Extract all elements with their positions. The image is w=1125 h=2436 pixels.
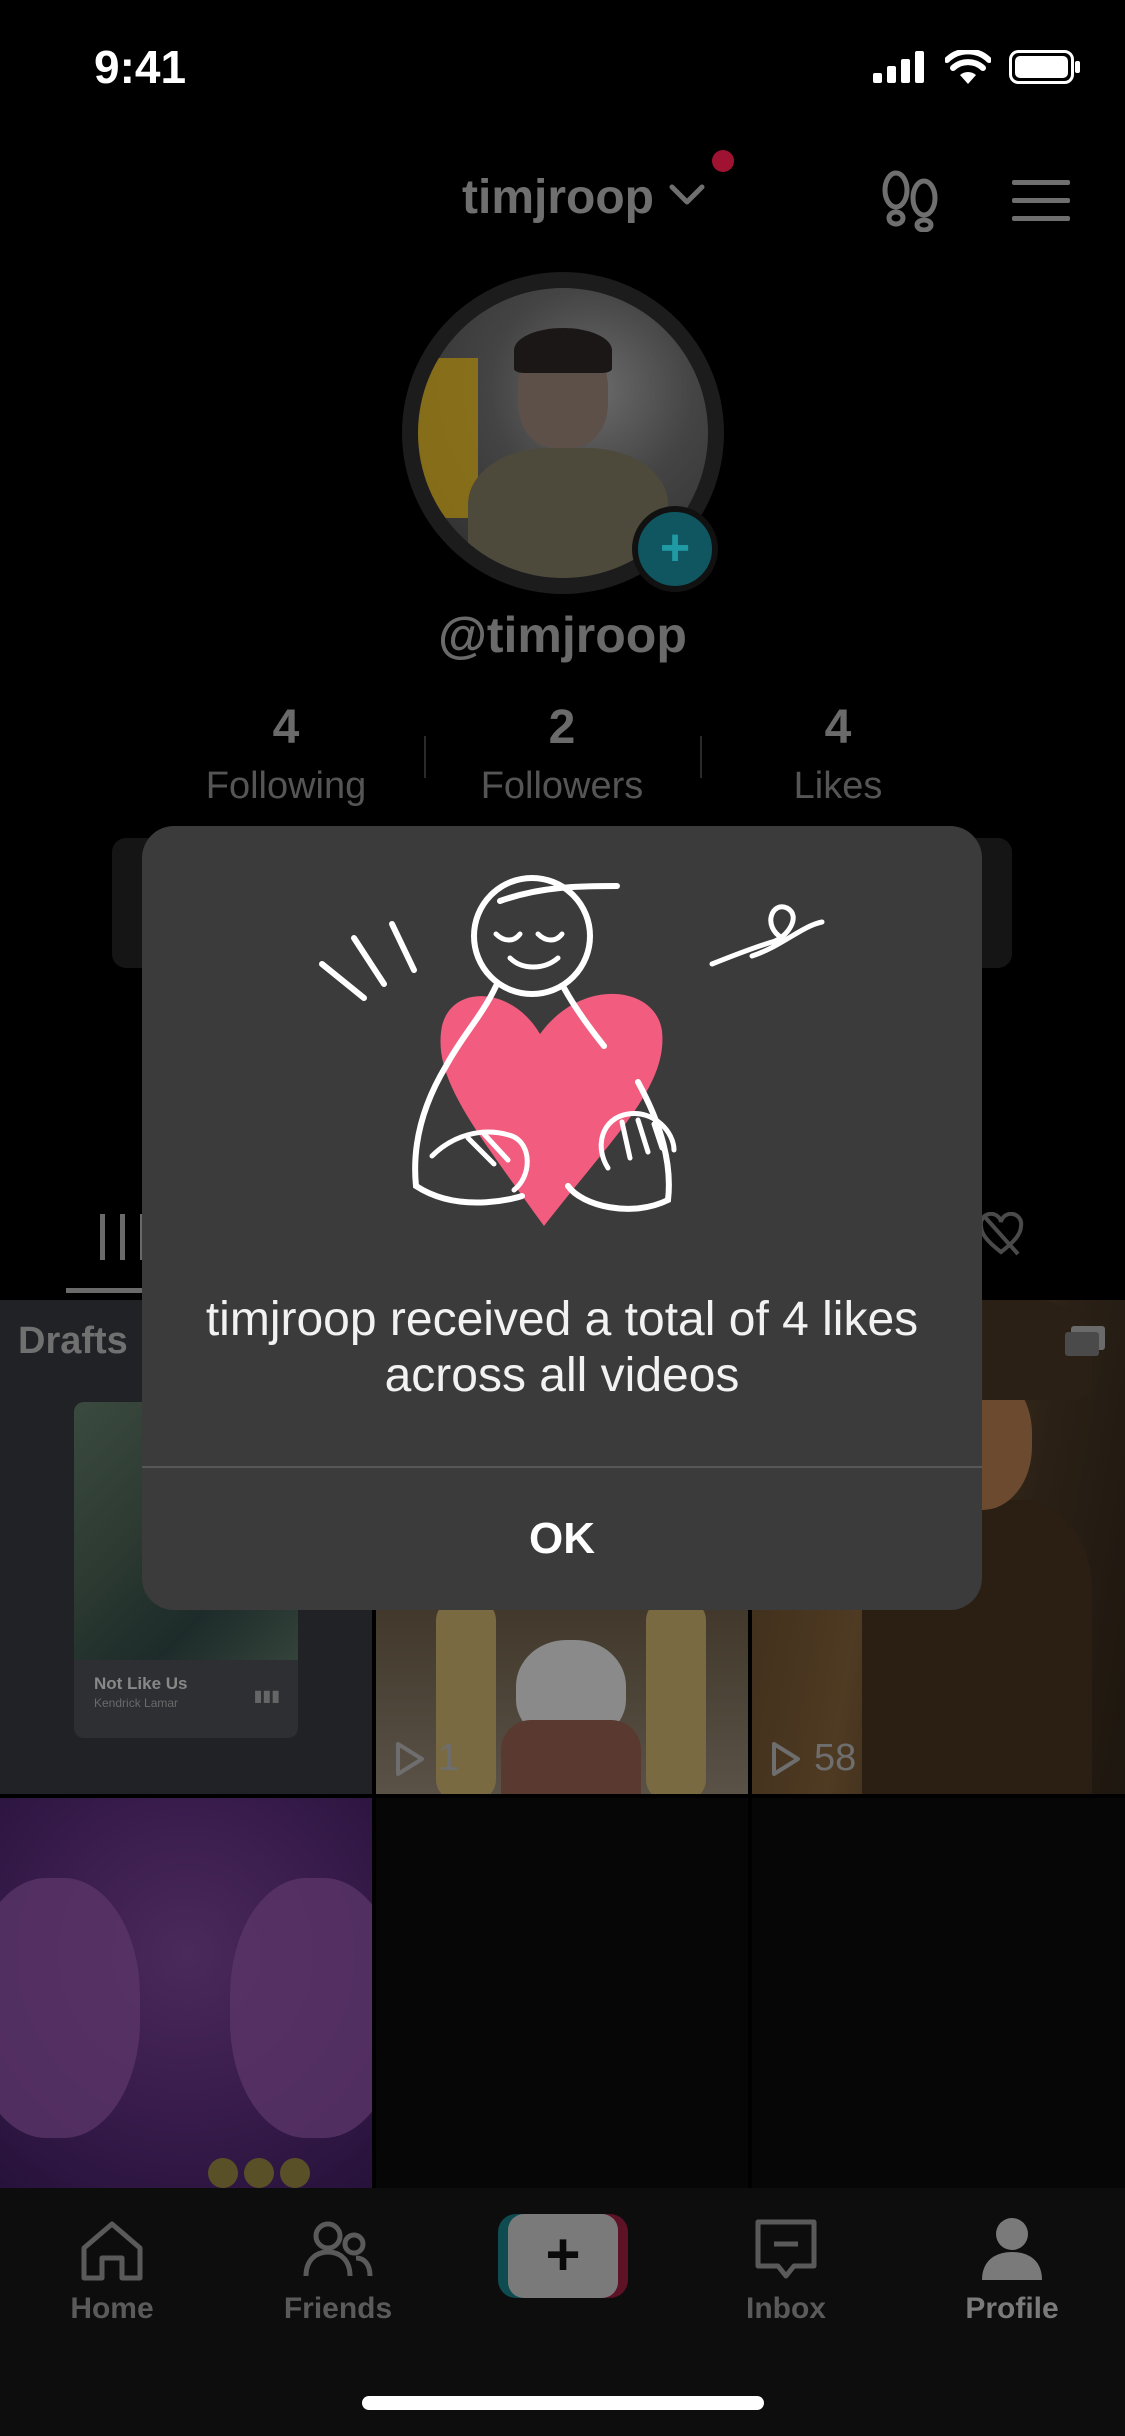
plus-icon: + (508, 2214, 618, 2298)
stat-label: Likes (793, 765, 883, 807)
tab-label: Inbox (746, 2292, 826, 2325)
status-icons (873, 50, 1081, 84)
stat-likes[interactable]: 4 Likes (698, 700, 978, 808)
liked-videos-hidden-tab-icon[interactable] (978, 1212, 1024, 1258)
video-tile[interactable] (0, 1798, 372, 2188)
stat-followers[interactable]: 2 Followers (422, 700, 702, 808)
video-view-count: 1 (394, 1737, 459, 1780)
view-count-value: 1 (438, 1737, 460, 1779)
empty-grid-cell (752, 1798, 1125, 2188)
account-switcher-username[interactable]: timjroop (462, 170, 654, 225)
play-icon (396, 1741, 424, 1776)
notification-dot (712, 150, 734, 172)
stat-value: 4 (272, 701, 300, 754)
stat-following[interactable]: 4 Following (146, 700, 426, 808)
stat-label: Following (205, 765, 367, 807)
tab-home[interactable]: Home (32, 2204, 192, 2326)
ok-button[interactable]: OK (142, 1468, 982, 1610)
wifi-icon (945, 50, 991, 84)
audio-wave-icon: ▮▮▮ (253, 1688, 280, 1705)
dialog-message: timjroop received a total of 4 likes acr… (205, 1293, 919, 1402)
tab-label: Profile (965, 2292, 1059, 2325)
tab-profile[interactable]: Profile (932, 2204, 1092, 2326)
video-view-count: 58 (770, 1737, 856, 1780)
likes-total-dialog: timjroop received a total of 4 likes acr… (142, 826, 982, 1610)
videos-grid-tab-icon[interactable] (98, 1212, 148, 1262)
create-video-button[interactable]: + (498, 2214, 628, 2298)
stat-label: Followers (480, 765, 644, 807)
status-time: 9:41 (94, 41, 187, 93)
draft-music-card: Not Like Us Kendrick Lamar ▮▮▮ (74, 1660, 298, 1738)
tab-label: Friends (283, 2292, 393, 2325)
play-icon (772, 1741, 800, 1776)
draft-music-title: Not Like Us (94, 1674, 188, 1693)
chevron-down-icon[interactable] (668, 182, 706, 208)
draft-music-artist: Kendrick Lamar (94, 1696, 179, 1710)
view-count-value: 58 (814, 1737, 857, 1779)
menu-hamburger-icon[interactable] (1012, 178, 1070, 224)
profile-header: timjroop (0, 150, 1125, 240)
cellular-signal-icon (873, 51, 924, 83)
emoji-stickers (208, 2158, 310, 2188)
profile-handle: @timjroop (438, 607, 687, 663)
tab-friends[interactable]: Friends (258, 2204, 418, 2326)
inbox-icon (755, 2219, 817, 2279)
battery-icon (1009, 50, 1080, 84)
home-icon (81, 2221, 143, 2281)
stat-value: 4 (824, 701, 852, 754)
heart-hug-illustration (319, 875, 825, 1226)
friends-icon (303, 2221, 373, 2277)
tab-inbox[interactable]: Inbox (706, 2204, 866, 2326)
profile-icon (982, 2218, 1042, 2280)
empty-grid-cell (376, 1798, 748, 2188)
tab-label: Home (70, 2292, 154, 2325)
stat-value: 2 (548, 701, 576, 754)
home-indicator (362, 2396, 764, 2410)
add-story-plus-icon[interactable]: + (632, 506, 718, 592)
multiple-photos-icon (1065, 1326, 1105, 1356)
profile-views-footprints-icon[interactable] (880, 170, 940, 232)
drafts-label: Drafts (18, 1320, 128, 1362)
